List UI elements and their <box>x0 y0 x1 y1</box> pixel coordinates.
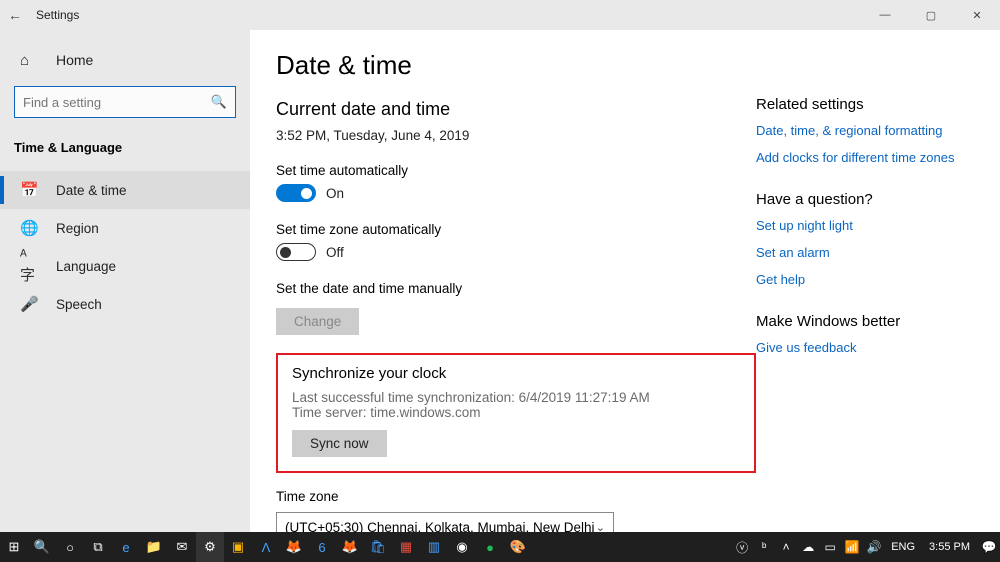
content: Date & time Current date and time 3:52 P… <box>276 50 756 524</box>
sidebar: ⌂ Home 🔍 Time & Language 📅 Date & time 🌐… <box>0 30 250 532</box>
app-icon-1[interactable]: ▣ <box>224 532 252 562</box>
language-icon: ᴬ字 <box>20 247 40 285</box>
paint-icon[interactable]: 🎨 <box>504 532 532 562</box>
calendar-icon: 📅 <box>20 181 40 199</box>
sync-now-button[interactable]: Sync now <box>292 430 387 457</box>
sidebar-item-label: Region <box>56 221 99 236</box>
minimize-button[interactable]: — <box>862 0 908 30</box>
start-button[interactable]: ⊞ <box>0 532 28 562</box>
home-nav[interactable]: ⌂ Home <box>0 40 250 80</box>
sidebar-item-label: Date & time <box>56 183 127 198</box>
link-date-time-regional[interactable]: Date, time, & regional formatting <box>756 123 974 138</box>
sidebar-item-language[interactable]: ᴬ字 Language <box>0 247 250 285</box>
maximize-button[interactable]: ▢ <box>908 0 954 30</box>
spotify-icon[interactable]: ● <box>476 532 504 562</box>
link-add-clocks[interactable]: Add clocks for different time zones <box>756 150 974 165</box>
set-tz-auto-state: Off <box>326 245 344 260</box>
battery-icon[interactable]: ▭ <box>819 532 841 562</box>
search-input[interactable] <box>23 95 211 110</box>
set-time-auto-label: Set time automatically <box>276 163 756 178</box>
volume-icon[interactable]: 🔊 <box>863 532 885 562</box>
taskbar: ⊞ 🔍 ○ ⧉ e 📁 ✉ ⚙ ▣ Λ 🦊 6 🦊 🛍 ▦ ▥ ◉ ● 🎨 ⓥ … <box>0 532 1000 562</box>
wifi-icon[interactable]: 📶 <box>841 532 863 562</box>
edge-icon[interactable]: e <box>112 532 140 562</box>
current-time-heading: Current date and time <box>276 99 756 120</box>
search-box[interactable]: 🔍 <box>14 86 236 118</box>
store-icon[interactable]: 🛍 <box>364 532 392 562</box>
sync-clock-section: Synchronize your clock Last successful t… <box>276 353 756 473</box>
titlebar: ← Settings — ▢ ✕ <box>0 0 1000 30</box>
firefox-dev-icon[interactable]: 🦊 <box>336 532 364 562</box>
search-icon: 🔍 <box>211 94 227 110</box>
mail-icon[interactable]: ✉ <box>168 532 196 562</box>
back-button[interactable]: ← <box>0 0 30 30</box>
cortana-icon[interactable]: ○ <box>56 532 84 562</box>
language-indicator[interactable]: ENG <box>885 541 921 553</box>
window-title: Settings <box>36 8 79 22</box>
link-get-help[interactable]: Get help <box>756 272 974 287</box>
sync-server: Time server: time.windows.com <box>292 405 740 420</box>
question-title: Have a question? <box>756 191 974 208</box>
sidebar-item-label: Language <box>56 259 116 274</box>
settings-task-icon[interactable]: ⚙ <box>196 532 224 562</box>
set-tz-auto-toggle[interactable] <box>276 243 316 261</box>
link-give-feedback[interactable]: Give us feedback <box>756 340 974 355</box>
timezone-label: Time zone <box>276 489 756 504</box>
globe-icon: 🌐 <box>20 219 40 237</box>
home-label: Home <box>56 52 93 68</box>
chrome-icon[interactable]: ◉ <box>448 532 476 562</box>
firefox-icon[interactable]: 🦊 <box>280 532 308 562</box>
sidebar-item-label: Speech <box>56 297 102 312</box>
set-time-auto-state: On <box>326 186 344 201</box>
user-icon[interactable]: ⓥ <box>731 532 753 562</box>
link-set-alarm[interactable]: Set an alarm <box>756 245 974 260</box>
file-explorer-icon[interactable]: 📁 <box>140 532 168 562</box>
sidebar-item-region[interactable]: 🌐 Region <box>0 209 250 247</box>
app-icon-5[interactable]: ▥ <box>420 532 448 562</box>
category-title: Time & Language <box>0 134 250 171</box>
onedrive-icon[interactable]: ☁ <box>797 532 819 562</box>
bluetooth-icon[interactable]: ᵇ <box>753 532 775 562</box>
related-title: Related settings <box>756 96 974 113</box>
timezone-value: (UTC+05:30) Chennai, Kolkata, Mumbai, Ne… <box>285 520 595 533</box>
close-button[interactable]: ✕ <box>954 0 1000 30</box>
link-night-light[interactable]: Set up night light <box>756 218 974 233</box>
sidebar-item-speech[interactable]: 🎤 Speech <box>0 285 250 323</box>
manual-label: Set the date and time manually <box>276 281 756 296</box>
home-icon: ⌂ <box>20 52 40 69</box>
change-button[interactable]: Change <box>276 308 359 335</box>
sync-last: Last successful time synchronization: 6/… <box>292 390 740 405</box>
sidebar-item-date-time[interactable]: 📅 Date & time <box>0 171 250 209</box>
taskbar-search-icon[interactable]: 🔍 <box>28 532 56 562</box>
chevron-down-icon: ⌄ <box>596 521 605 533</box>
microphone-icon: 🎤 <box>20 295 40 313</box>
set-tz-auto-label: Set time zone automatically <box>276 222 756 237</box>
app-icon-2[interactable]: Λ <box>252 532 280 562</box>
timezone-select[interactable]: (UTC+05:30) Chennai, Kolkata, Mumbai, Ne… <box>276 512 614 532</box>
taskbar-clock[interactable]: 3:55 PM <box>921 541 978 553</box>
action-center-icon[interactable]: 💬 <box>978 532 1000 562</box>
feedback-title: Make Windows better <box>756 313 974 330</box>
task-view-icon[interactable]: ⧉ <box>84 532 112 562</box>
current-time-value: 3:52 PM, Tuesday, June 4, 2019 <box>276 128 756 143</box>
page-title: Date & time <box>276 50 756 81</box>
tray-expand-icon[interactable]: ˄ <box>775 532 797 562</box>
app-icon-3[interactable]: 6 <box>308 532 336 562</box>
app-icon-4[interactable]: ▦ <box>392 532 420 562</box>
set-time-auto-toggle[interactable] <box>276 184 316 202</box>
sync-title: Synchronize your clock <box>292 365 740 382</box>
right-rail: Related settings Date, time, & regional … <box>756 50 974 524</box>
